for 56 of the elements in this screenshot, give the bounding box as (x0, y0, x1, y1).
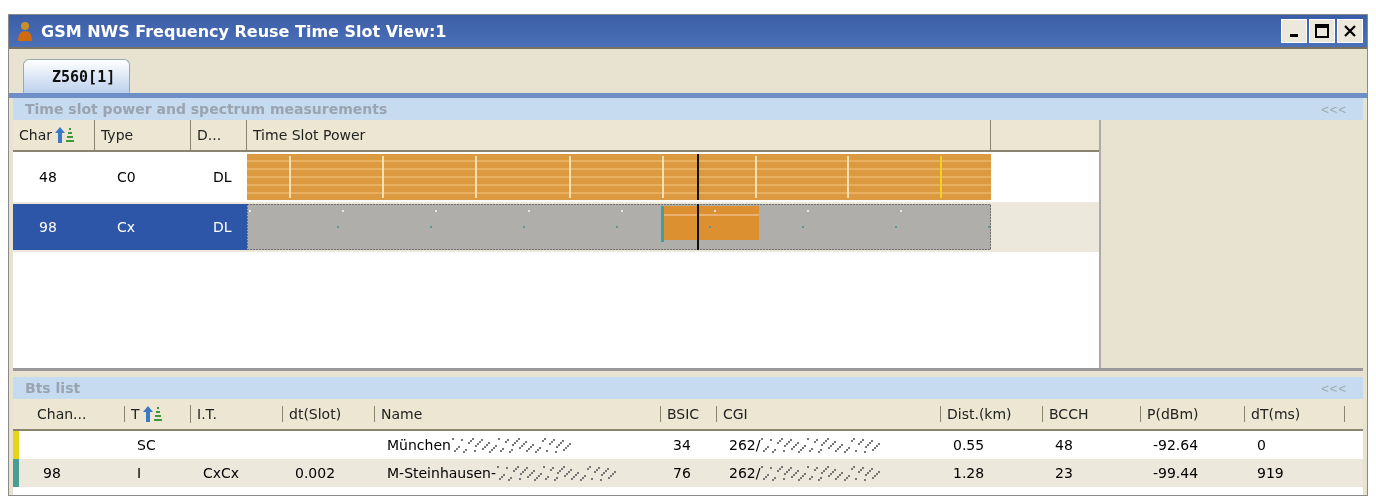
section-title: Bts list (25, 380, 81, 396)
column-header[interactable]: D... (191, 120, 247, 150)
minimize-button[interactable] (1281, 19, 1307, 43)
table-cell: 98 (13, 204, 95, 250)
table-cell: CxCx (203, 465, 240, 481)
column-header[interactable]: P(dBm) (1141, 406, 1245, 422)
table-cell: M-Steinhausen- (387, 465, 497, 481)
close-icon (1343, 24, 1357, 38)
table-cell: München (387, 437, 451, 453)
table-cell: 0.002 (295, 465, 336, 481)
table-cell: Cx (95, 204, 191, 250)
table-cell: I (137, 465, 142, 481)
sort-icon (54, 126, 74, 144)
table-cell-text: 48 (38, 168, 58, 187)
maximize-icon (1315, 24, 1329, 38)
table-cell: 48 (1055, 437, 1073, 453)
table-row[interactable]: SC München 34 262/ 0.55 48 -92.64 0 (13, 431, 1363, 459)
table-cell-text: C0 (116, 168, 137, 187)
table-cell: SC (137, 437, 156, 453)
column-header[interactable]: I.T. (191, 406, 283, 422)
table-cell: 0 (1257, 437, 1266, 453)
column-header[interactable]: Type (95, 120, 191, 150)
minimize-icon (1290, 34, 1298, 37)
table-cell: -99.44 (1153, 465, 1199, 481)
sort-icon (141, 405, 162, 423)
column-header[interactable]: BSIC (661, 406, 717, 422)
table-cell: -92.64 (1153, 437, 1199, 453)
table-cell: DL (191, 204, 247, 250)
tab[interactable]: Z560[1] (23, 59, 131, 93)
table-cell: 262/ (729, 465, 761, 481)
person-icon (17, 21, 33, 41)
table-cell: 0.55 (953, 437, 985, 453)
column-header[interactable]: dt(Slot) (283, 406, 375, 422)
table-row[interactable]: 98 I CxCx 0.002 M-Steinhausen- 76 262/ 1.28 23 -99.44 919 (13, 459, 1363, 487)
column-header[interactable]: CGI (717, 406, 941, 422)
column-header[interactable]: BCCH (1043, 406, 1141, 422)
close-button[interactable] (1337, 19, 1363, 43)
column-header[interactable]: Char (13, 120, 95, 150)
table-cell: 262/ (729, 437, 761, 453)
column-header[interactable]: dT(ms) (1245, 406, 1345, 422)
column-header[interactable]: Name (375, 406, 661, 422)
table-cell: 34 (673, 437, 691, 453)
column-header[interactable]: Chan... (31, 406, 125, 422)
table-cell: 98 (43, 465, 61, 481)
window-title: GSM NWS Frequency Reuse Time Slot View:1 (41, 21, 448, 41)
maximize-button[interactable] (1309, 19, 1335, 43)
table-cell-text: DL (212, 168, 233, 187)
column-header[interactable]: T (125, 405, 191, 423)
table-cell: 76 (673, 465, 691, 481)
table-row[interactable]: 98 Cx DL (13, 202, 1099, 252)
table-cell: 1.28 (953, 465, 985, 481)
table-cell: 919 (1257, 465, 1284, 481)
column-header[interactable]: Dist.(km) (941, 406, 1043, 422)
table-cell: 23 (1055, 465, 1073, 481)
column-header[interactable]: Time Slot Power (247, 120, 991, 150)
section-title: Time slot power and spectrum measurements (25, 101, 388, 117)
